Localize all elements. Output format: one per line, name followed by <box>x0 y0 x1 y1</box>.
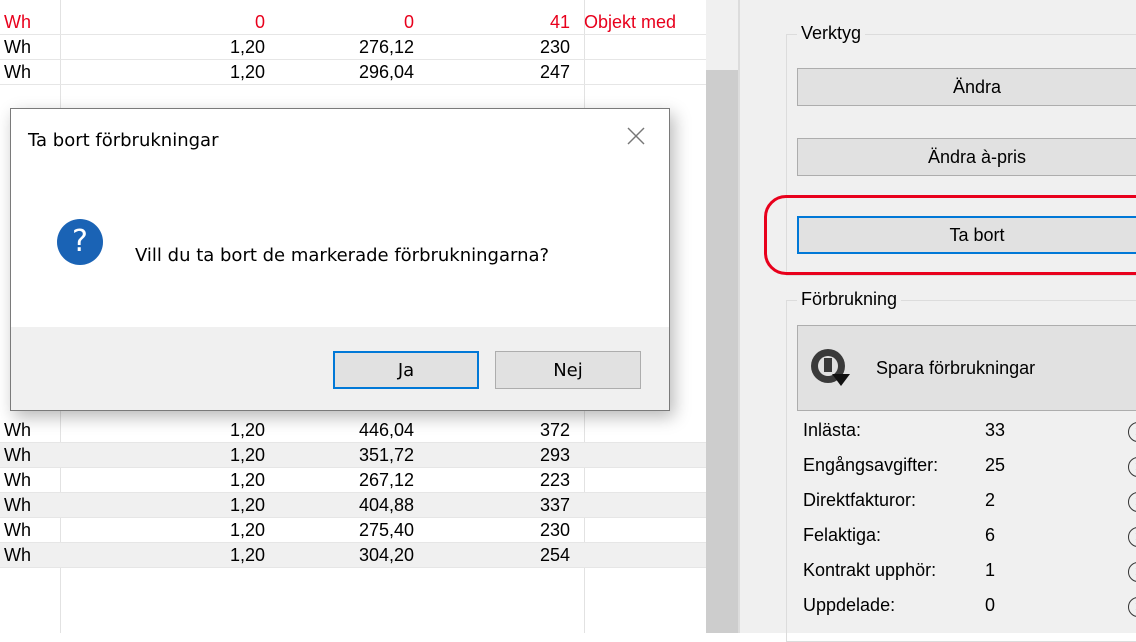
cell-qty: 372 <box>539 419 570 440</box>
tools-legend: Verktyg <box>797 23 866 44</box>
info-icon[interactable]: i <box>1128 457 1136 477</box>
stat-value: 2 <box>985 490 996 510</box>
stat-row: Inlästa: 33 i <box>803 420 1136 448</box>
question-icon: ? <box>57 219 103 265</box>
cell-amount: 296,04 <box>358 61 414 82</box>
cell-price: 1,20 <box>229 494 265 515</box>
close-icon[interactable] <box>623 123 649 149</box>
cell-price: 0 <box>254 11 265 32</box>
stat-value: 33 <box>985 420 1006 440</box>
cell-qty: 293 <box>539 444 570 465</box>
cell-qty: 247 <box>539 61 570 82</box>
save-consumption-icon <box>811 349 850 386</box>
stat-label: Felaktiga: <box>803 525 882 545</box>
cell-price: 1,20 <box>229 36 265 57</box>
stat-row: Kontrakt upphör: 1 i <box>803 560 1136 588</box>
cell-qty: 230 <box>539 36 570 57</box>
table-row[interactable]: Wh 1,20 275,40 230 <box>0 518 710 543</box>
cell-qty: 41 <box>549 11 570 32</box>
cell-unit: Wh <box>4 519 31 540</box>
table-row[interactable]: Wh 1,20 267,12 223 <box>0 468 710 493</box>
cell-unit: Wh <box>4 36 31 57</box>
cell-price: 1,20 <box>229 419 265 440</box>
cell-amount: 351,72 <box>358 444 414 465</box>
cell-amount: 267,12 <box>358 469 414 490</box>
grid-vertical-scrollbar[interactable] <box>706 0 738 633</box>
cell-unit: Wh <box>4 469 31 490</box>
cell-qty: 223 <box>539 469 570 490</box>
stat-label: Engångsavgifter: <box>803 455 939 475</box>
info-icon[interactable]: i <box>1128 527 1136 547</box>
edit-price-button[interactable]: Ändra à-pris <box>797 138 1136 176</box>
cell-unit: Wh <box>4 444 31 465</box>
cell-unit: Wh <box>4 419 31 440</box>
yes-button[interactable]: Ja <box>333 351 479 389</box>
scrollbar-thumb[interactable] <box>706 70 738 633</box>
stat-value: 25 <box>985 455 1006 475</box>
dialog-message: Vill du ta bort de markerade förbrukning… <box>135 245 550 266</box>
table-row[interactable]: Wh 1,20 276,12 230 <box>0 35 710 60</box>
stat-row: Felaktiga: 6 i <box>803 525 1136 553</box>
cell-note: Objekt med <box>584 11 677 32</box>
table-row[interactable]: Wh 1,20 404,88 337 <box>0 493 710 518</box>
info-icon[interactable]: i <box>1128 597 1136 617</box>
cell-qty: 254 <box>539 544 570 565</box>
stat-label: Inlästa: <box>803 420 862 440</box>
save-consumption-label: Spara förbrukningar <box>876 358 1036 378</box>
cell-price: 1,20 <box>229 469 265 490</box>
table-row[interactable]: Wh 1,20 351,72 293 <box>0 443 710 468</box>
stat-label: Kontrakt upphör: <box>803 560 937 580</box>
table-row[interactable]: Wh 1,20 304,20 254 <box>0 543 710 568</box>
cell-price: 1,20 <box>229 519 265 540</box>
stat-label: Uppdelade: <box>803 595 896 615</box>
save-consumption-button[interactable]: Spara förbrukningar <box>797 325 1136 411</box>
info-icon[interactable]: i <box>1128 562 1136 582</box>
cell-amount: 0 <box>403 11 414 32</box>
edit-button[interactable]: Ändra <box>797 68 1136 106</box>
cell-unit: Wh <box>4 61 31 82</box>
table-row[interactable]: Wh 0 0 41 Objekt med <box>0 10 710 35</box>
stat-row: Uppdelade: 0 i <box>803 595 1136 623</box>
dialog-button-bar: Ja Nej <box>11 327 669 410</box>
cell-unit: Wh <box>4 544 31 565</box>
cell-amount: 276,12 <box>358 36 414 57</box>
stat-label: Direktfakturor: <box>803 490 917 510</box>
cell-amount: 404,88 <box>358 494 414 515</box>
cell-price: 1,20 <box>229 444 265 465</box>
stat-value: 1 <box>985 560 996 580</box>
cell-unit: Wh <box>4 11 31 32</box>
info-icon[interactable]: i <box>1128 422 1136 442</box>
table-row[interactable]: Wh 1,20 446,04 372 <box>0 418 710 443</box>
cell-qty: 337 <box>539 494 570 515</box>
stat-value: 6 <box>985 525 996 545</box>
stat-row: Direktfakturor: 2 i <box>803 490 1136 518</box>
table-row[interactable]: Wh 1,20 296,04 247 <box>0 60 710 85</box>
right-panel: Verktyg Ändra Ändra à-pris Ta bort Förbr… <box>740 0 1136 642</box>
cell-amount: 304,20 <box>358 544 414 565</box>
cell-qty: 230 <box>539 519 570 540</box>
delete-confirm-dialog: Ta bort förbrukningar ? Vill du ta bort … <box>10 108 670 411</box>
stat-value: 0 <box>985 595 996 615</box>
cell-unit: Wh <box>4 494 31 515</box>
delete-button-highlight <box>764 195 1136 275</box>
consumption-legend: Förbrukning <box>797 289 902 310</box>
info-icon[interactable]: i <box>1128 492 1136 512</box>
cell-price: 1,20 <box>229 61 265 82</box>
stat-row: Engångsavgifter: 25 i <box>803 455 1136 483</box>
dialog-title: Ta bort förbrukningar <box>28 130 219 151</box>
cell-amount: 446,04 <box>358 419 414 440</box>
cell-price: 1,20 <box>229 544 265 565</box>
cell-amount: 275,40 <box>358 519 414 540</box>
no-button[interactable]: Nej <box>495 351 641 389</box>
